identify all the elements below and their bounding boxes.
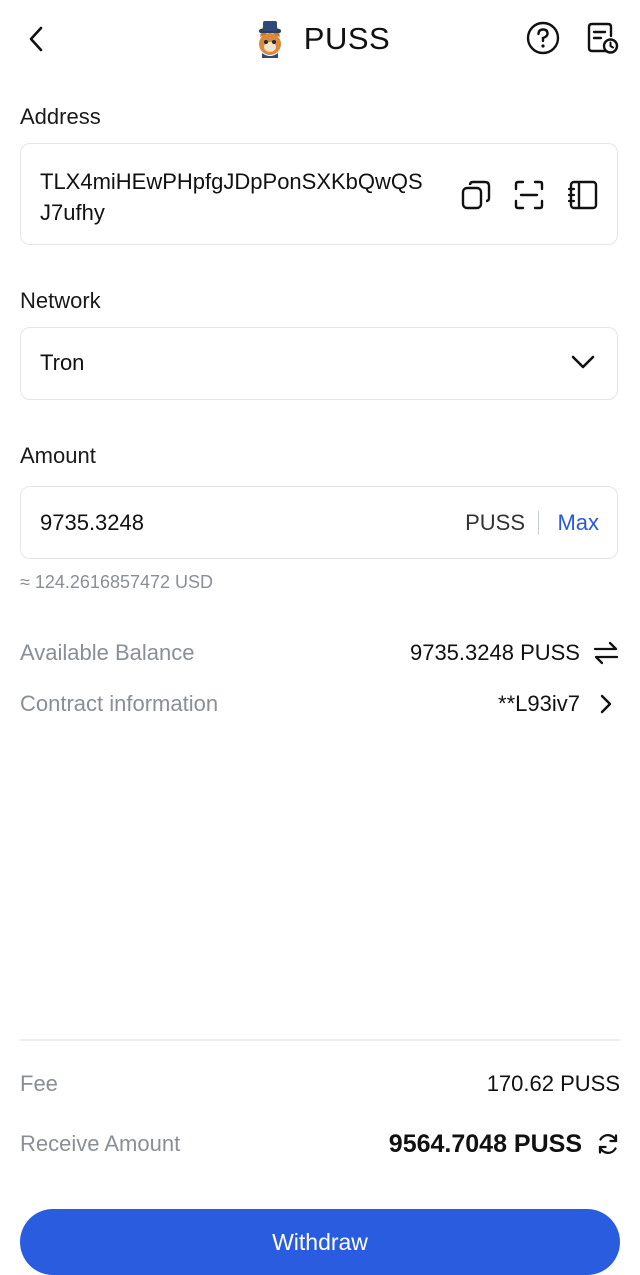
scan-button[interactable] [511, 177, 547, 213]
history-document-icon [587, 22, 619, 54]
copy-button[interactable] [458, 177, 494, 213]
usd-estimate: ≈ 124.2616857472 USD [20, 572, 214, 592]
network-select[interactable]: Tron [20, 327, 618, 400]
summary-divider [20, 1039, 620, 1041]
receive-amount-value: 9564.7048 PUSS [388, 1130, 582, 1158]
copy-icon [461, 180, 491, 210]
swap-arrows-icon [593, 641, 619, 665]
address-value[interactable]: TLX4miHEwPHpfgJDpPonSXKbQwQSJ7ufhy [40, 166, 430, 228]
address-field[interactable]: TLX4miHEwPHpfgJDpPonSXKbQwQSJ7ufhy [20, 143, 618, 245]
available-balance-value: 9735.3248 PUSS [409, 640, 580, 665]
page-title: PUSS [303, 21, 391, 56]
contract-info-button[interactable] [598, 692, 618, 718]
refresh-button[interactable] [595, 1131, 623, 1159]
fee-label: Fee [20, 1071, 58, 1096]
contract-info-label: Contract information [20, 691, 219, 716]
cat-token-logo [258, 21, 281, 58]
scan-icon [514, 180, 544, 210]
refresh-icon [598, 1134, 618, 1154]
address-book-button[interactable] [565, 177, 601, 213]
chevron-down-icon [571, 355, 595, 369]
available-balance-label: Available Balance [20, 640, 195, 665]
amount-unit: PUSS [465, 510, 525, 535]
amount-label: Amount [20, 443, 96, 468]
network-value: Tron [40, 350, 85, 375]
top-bar: PUSS [0, 0, 640, 80]
help-button[interactable] [523, 18, 563, 58]
amount-field[interactable]: PUSS Max [20, 486, 618, 559]
fee-value: 170.62 PUSS [486, 1071, 620, 1096]
chevron-right-icon [600, 694, 612, 714]
swap-units-button[interactable] [592, 640, 622, 668]
address-label: Address [20, 104, 101, 129]
address-book-icon [567, 180, 598, 210]
network-label: Network [20, 288, 101, 313]
withdraw-button[interactable]: Withdraw [20, 1209, 620, 1275]
amount-divider [537, 511, 539, 535]
contract-info-value[interactable]: **L93iv7 [498, 691, 580, 717]
history-button[interactable] [582, 18, 622, 58]
receive-amount-label: Receive Amount [20, 1131, 181, 1156]
help-circle-icon [526, 21, 560, 55]
max-button[interactable]: Max [557, 510, 599, 536]
amount-input[interactable] [40, 507, 340, 539]
